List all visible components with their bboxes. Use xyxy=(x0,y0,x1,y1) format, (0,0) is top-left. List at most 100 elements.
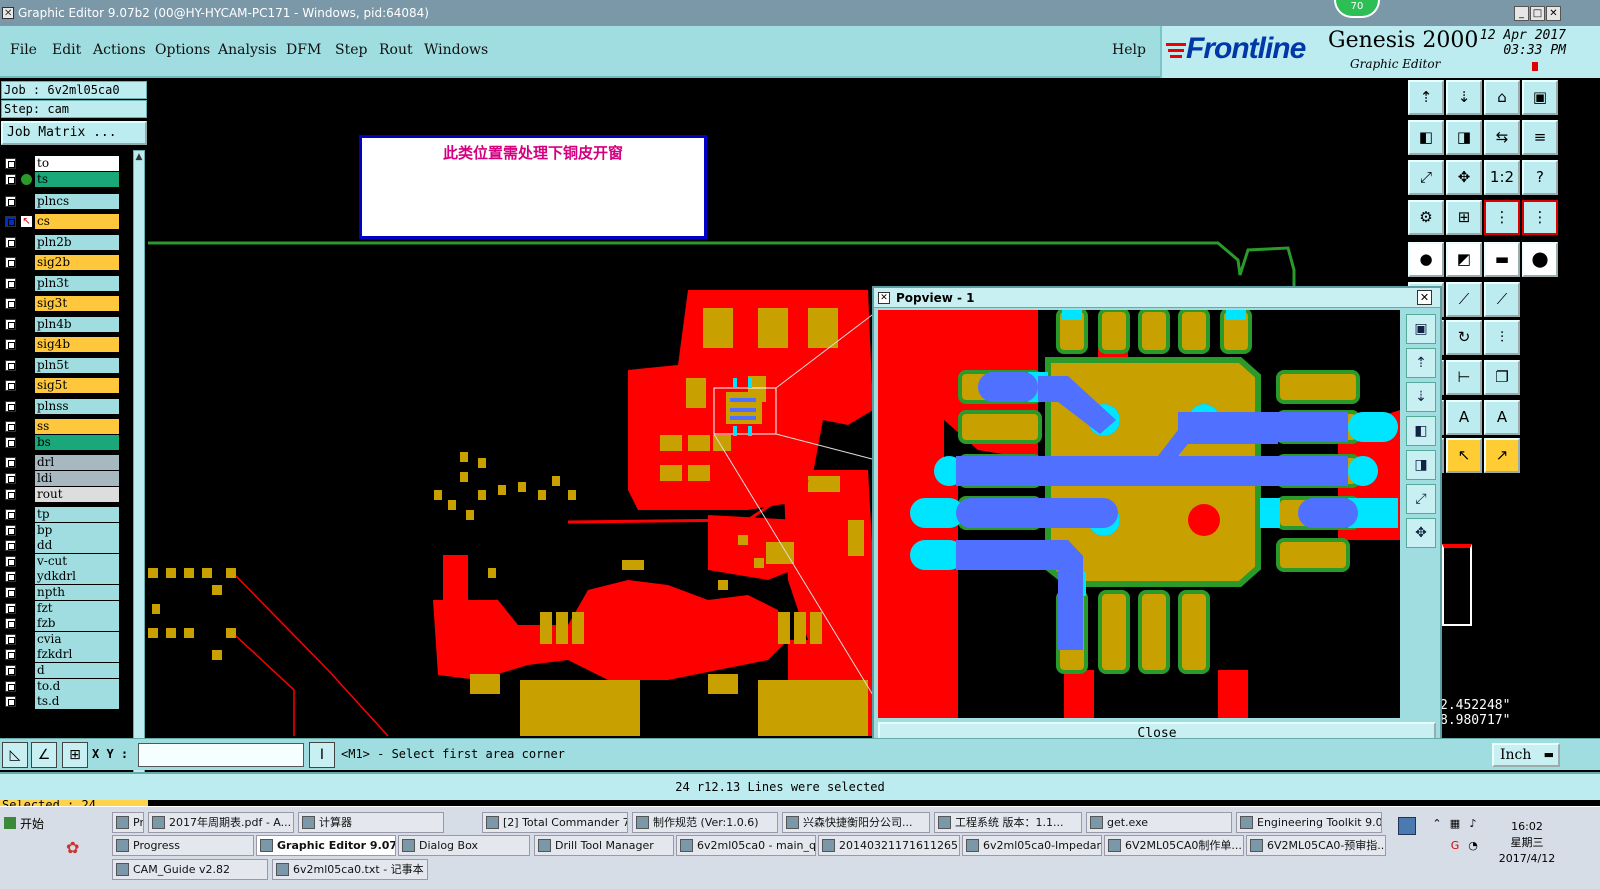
layer-checkbox[interactable] xyxy=(5,571,16,583)
layer-row-cs[interactable]: ↖ cs xyxy=(1,214,119,229)
layer-checkbox[interactable] xyxy=(5,421,16,432)
layer-checkbox[interactable] xyxy=(5,257,16,268)
menu-step[interactable]: Step xyxy=(335,42,367,58)
zoom-fit-button[interactable]: ⤢ xyxy=(1408,160,1444,195)
layer-checkbox[interactable] xyxy=(5,237,16,248)
taskbar-item[interactable]: Engineering Toolkit 9.0... xyxy=(1236,812,1382,833)
layer-row-v-cut[interactable]: v-cut xyxy=(1,553,119,569)
layer-row-tp[interactable]: tp xyxy=(1,507,119,522)
line-alt-tool-button[interactable]: ⟋ xyxy=(1484,282,1520,317)
tray-arrow-icon[interactable]: ⌃ xyxy=(1430,817,1444,831)
maximize-button[interactable]: □ xyxy=(1530,6,1545,21)
layer-row-ydkdrl[interactable]: ydkdrl xyxy=(1,569,119,585)
layer-row-fzb[interactable]: fzb xyxy=(1,616,119,632)
route-tool-button[interactable]: ≡ xyxy=(1522,120,1558,155)
taskbar-item[interactable]: 制作规范 (Ver:1.0.6) xyxy=(632,812,778,833)
layer-checkbox[interactable] xyxy=(5,665,16,676)
taskbar-item[interactable]: CAM_Guide v2.82 xyxy=(112,859,268,880)
layer-checkbox[interactable] xyxy=(5,524,16,536)
close-button[interactable]: ✕ xyxy=(1546,6,1561,21)
layer-checkbox[interactable] xyxy=(5,602,16,614)
snap-tool-button[interactable]: ⋮ xyxy=(1484,200,1520,235)
flip-tool-button[interactable]: ⫶ xyxy=(1484,320,1520,355)
text-edit-tool-button[interactable]: A xyxy=(1484,400,1520,435)
zoom-ratio-button[interactable]: 1:2 xyxy=(1484,160,1520,195)
layer-row-pln4b[interactable]: pln4b xyxy=(1,317,119,332)
snap-alt-tool-button[interactable]: ⋮ xyxy=(1522,200,1558,235)
layer-row-drl[interactable]: drl xyxy=(1,455,119,470)
open-tool-button[interactable]: ⇡ xyxy=(1408,80,1444,115)
menu-actions[interactable]: Actions xyxy=(93,42,146,58)
popview-pan-icon[interactable]: ✥ xyxy=(1406,518,1436,548)
taskbar-item[interactable]: 兴森快捷衡阳分公司... xyxy=(782,812,930,833)
taskbar-item[interactable]: 6V2ML05CA0制作单.... xyxy=(1104,835,1244,856)
arc-tool-button[interactable]: ↻ xyxy=(1446,320,1482,355)
layer-row-d[interactable]: d xyxy=(1,663,119,678)
snap-icon[interactable]: ◺ xyxy=(2,742,28,768)
popview-up-icon[interactable]: ⇡ xyxy=(1406,348,1436,378)
layer-row-ss[interactable]: ss xyxy=(1,419,119,434)
layer-checkbox[interactable] xyxy=(5,587,16,598)
notification-badge[interactable]: 70 xyxy=(1334,0,1380,18)
layer-row-rout[interactable]: rout xyxy=(1,487,119,502)
taskbar-item[interactable]: 6v2ml05ca0-Impedan... xyxy=(962,835,1102,856)
layer-row-fzkdrl[interactable]: fzkdrl xyxy=(1,647,119,663)
unit-select[interactable]: Inch ▬ xyxy=(1492,743,1560,767)
zoom-back-button[interactable]: ◧ xyxy=(1408,120,1444,155)
tray-window-icon[interactable] xyxy=(1398,817,1416,835)
window-tool-button[interactable]: ▣ xyxy=(1522,80,1558,115)
layer-checkbox[interactable] xyxy=(5,174,16,185)
popview-canvas[interactable] xyxy=(878,310,1400,718)
layer-checkbox[interactable] xyxy=(5,278,16,289)
layer-checkbox[interactable] xyxy=(5,401,16,412)
taskbar-item[interactable]: Progress xyxy=(112,835,254,856)
layer-row-to.d[interactable]: to.d xyxy=(1,678,119,694)
layer-row-ts[interactable]: ts xyxy=(1,172,119,187)
layer-row-plnss[interactable]: plnss xyxy=(1,399,119,414)
layer-checkbox[interactable] xyxy=(5,437,16,448)
layer-row-sig4b[interactable]: sig4b xyxy=(1,337,119,352)
layer-checkbox[interactable] xyxy=(5,196,16,207)
menu-options[interactable]: Options xyxy=(155,42,210,58)
taskbar-item[interactable]: Graphic Editor 9.07... xyxy=(256,835,396,856)
layer-row-dd[interactable]: dd xyxy=(1,538,119,554)
text-alt-tool-button[interactable]: A xyxy=(1446,400,1482,435)
draw-tool-button[interactable]: ◩ xyxy=(1446,242,1482,277)
layer-checkbox[interactable] xyxy=(5,319,16,330)
layer-row-sig2b[interactable]: sig2b xyxy=(1,255,119,270)
popview-title-bar[interactable]: ✕ Popview - 1 ✕ xyxy=(874,288,1440,308)
pan-tool-button[interactable]: ✥ xyxy=(1446,160,1482,195)
zoom-forward-button[interactable]: ◨ xyxy=(1446,120,1482,155)
copy-tool-button[interactable]: ❐ xyxy=(1484,360,1520,395)
popview-fit-icon[interactable]: ⤢ xyxy=(1406,484,1436,514)
menu-analysis[interactable]: Analysis xyxy=(218,42,277,58)
layer-checkbox[interactable] xyxy=(5,555,16,567)
angle-icon[interactable]: ∠ xyxy=(31,742,57,768)
layer-checkbox[interactable] xyxy=(5,509,16,520)
select-tool-button[interactable]: ● xyxy=(1408,242,1444,277)
pad-tool-button[interactable]: ⬤ xyxy=(1522,242,1558,277)
layer-checkbox[interactable] xyxy=(5,158,16,169)
layer-checkbox[interactable] xyxy=(5,457,16,468)
dimension-tool-button[interactable]: ⊢ xyxy=(1446,360,1482,395)
taskbar-item[interactable]: 2017年周期表.pdf - A... xyxy=(148,812,294,833)
layer-scrollbar[interactable]: ▲ ▼ xyxy=(133,150,145,784)
layer-row-bp[interactable]: bp xyxy=(1,522,119,538)
taskbar-item[interactable]: get.exe xyxy=(1086,812,1232,833)
popview-window-icon[interactable]: ▣ xyxy=(1406,314,1436,344)
popview-left-icon[interactable]: ◧ xyxy=(1406,416,1436,446)
minimize-button[interactable]: _ xyxy=(1514,6,1529,21)
layer-checkbox[interactable] xyxy=(5,489,16,500)
save-tool-button[interactable]: ⇣ xyxy=(1446,80,1482,115)
menu-file[interactable]: File xyxy=(10,42,37,58)
xy-input[interactable] xyxy=(138,743,304,767)
popview-down-icon[interactable]: ⇣ xyxy=(1406,382,1436,412)
taskbar-item[interactable]: Dialog Box xyxy=(398,835,530,856)
popview-right-icon[interactable]: ◨ xyxy=(1406,450,1436,480)
menu-rout[interactable]: Rout xyxy=(379,42,413,58)
layer-checkbox[interactable] xyxy=(5,473,16,484)
layer-checkbox[interactable] xyxy=(5,380,16,391)
layer-checkbox[interactable] xyxy=(5,696,16,708)
cursor-icon[interactable]: I xyxy=(309,742,335,768)
grid-tool-button[interactable]: ⊞ xyxy=(1446,200,1482,235)
